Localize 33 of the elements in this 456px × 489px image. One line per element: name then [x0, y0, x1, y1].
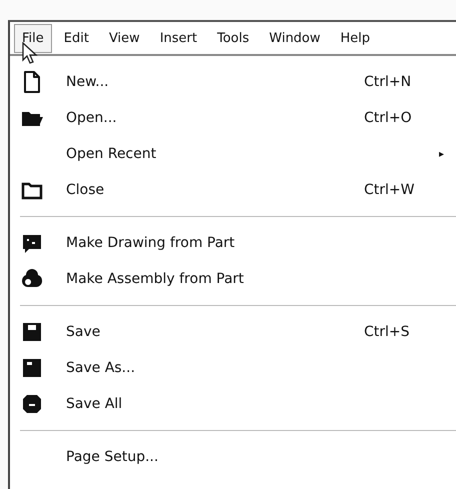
- menu-item-label: Save As...: [66, 360, 136, 376]
- menu-bar-item[interactable]: Tools: [209, 24, 258, 52]
- menu-item-label: Page Setup...: [66, 449, 160, 465]
- menu-bar-item[interactable]: Edit: [56, 24, 97, 52]
- menu-item-label: Save: [66, 324, 102, 340]
- shortcut-text: Ctrl+N: [364, 74, 412, 90]
- menu-item[interactable]: Page Setup...: [10, 439, 456, 475]
- menu-item[interactable]: Open Recent ▸: [10, 136, 456, 172]
- menu-item[interactable]: Close Ctrl+W: [10, 172, 456, 208]
- menu-item-label: Save All: [66, 396, 124, 412]
- shortcut-text: Ctrl+O: [364, 110, 413, 126]
- menu-item-label: Open...: [66, 110, 118, 126]
- menu-item[interactable]: Save All: [10, 386, 456, 422]
- menu-item[interactable]: New... Ctrl+N: [10, 64, 456, 100]
- menu-item-label: Make Drawing from Part: [66, 235, 236, 251]
- menu-item[interactable]: Open... Ctrl+O: [10, 100, 456, 136]
- menu-bar-item[interactable]: Window: [261, 24, 328, 52]
- menu-item-label: Open Recent: [66, 146, 158, 162]
- menu-item-label: Close: [66, 182, 106, 198]
- menu-item[interactable]: Save As...: [10, 350, 456, 386]
- menu-bar-item[interactable]: Insert: [152, 24, 206, 52]
- menu-bar-item[interactable]: View: [100, 24, 148, 52]
- cursor-icon: [22, 42, 38, 64]
- menu-item-label: New...: [66, 74, 110, 90]
- menu-item[interactable]: Save Ctrl+S: [10, 314, 456, 350]
- menu-bar-item[interactable]: Help: [332, 24, 378, 52]
- menu-item-label: Make Assembly from Part: [66, 271, 245, 287]
- shortcut-text: Ctrl+W: [364, 182, 416, 198]
- submenu-arrow: ▸: [438, 148, 444, 160]
- menu-item[interactable]: Make Assembly from Part: [10, 261, 456, 297]
- menu-item[interactable]: Make Drawing from Part: [10, 225, 456, 261]
- shortcut-text: Ctrl+S: [364, 324, 411, 340]
- menu-bar-item[interactable]: File: [14, 24, 52, 52]
